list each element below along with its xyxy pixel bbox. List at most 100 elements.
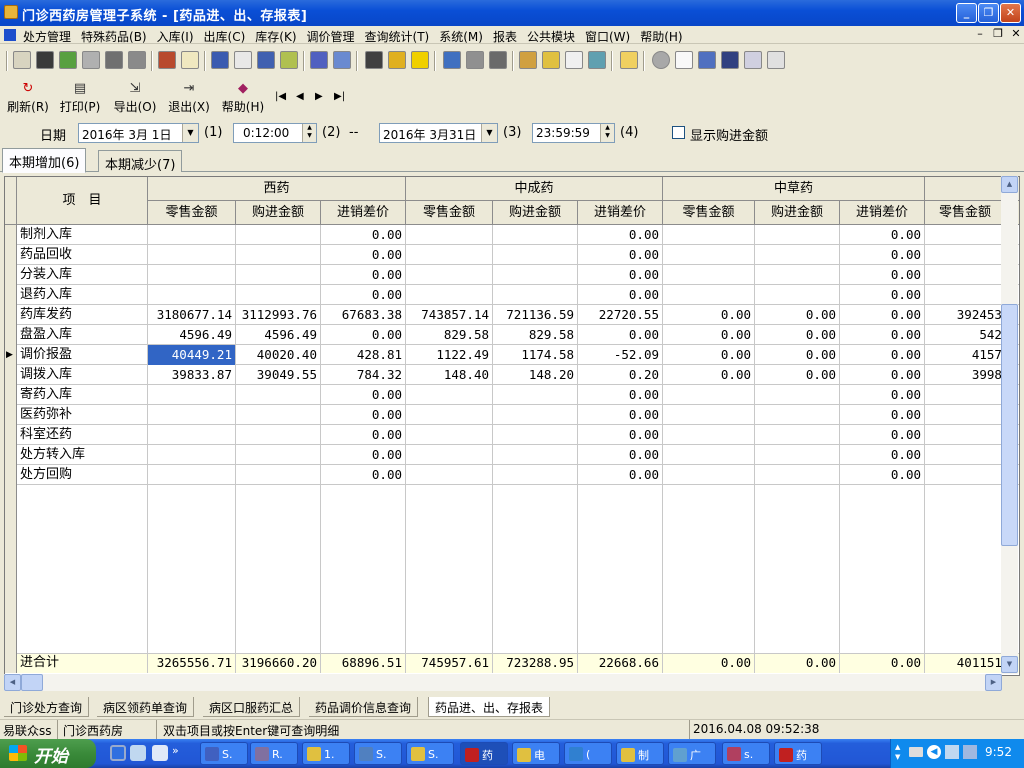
menu-query-stats[interactable]: 查询统计(T)	[360, 26, 435, 43]
table-cell[interactable]: 4596.49	[236, 325, 320, 345]
table-cell[interactable]: 0.00	[840, 245, 924, 265]
magnifier-icon[interactable]	[565, 51, 583, 69]
table-cell[interactable]	[493, 225, 577, 245]
scroll-up-icon[interactable]: ▲	[1001, 176, 1018, 193]
table-cell[interactable]: 39833.87	[148, 365, 235, 385]
table-cell[interactable]	[148, 265, 235, 285]
row-item-name[interactable]: 分装入库	[20, 265, 147, 285]
taskbar-task[interactable]: R.	[250, 742, 298, 765]
menu-system[interactable]: 系统(M)	[434, 26, 488, 43]
check-icon[interactable]	[59, 51, 77, 69]
mdi-restore-button[interactable]: ❐	[990, 27, 1006, 40]
menu-price-adjust[interactable]: 调价管理	[302, 26, 360, 43]
refresh-button[interactable]: ↻ 刷新(R)	[6, 80, 50, 115]
start-date-picker[interactable]: 2016年 3月 1日 ▼	[78, 123, 199, 143]
table-cell[interactable]: 784.32	[321, 365, 405, 385]
col-header-patent-drug-0[interactable]: 零售金额	[406, 201, 493, 225]
tools-icon[interactable]	[466, 51, 484, 69]
menu-window[interactable]: 窗口(W)	[580, 26, 635, 43]
table-cell[interactable]	[406, 445, 492, 465]
row-item-name[interactable]: 退药入库	[20, 285, 147, 305]
table-cell[interactable]: 0.00	[840, 325, 924, 345]
table-cell[interactable]	[148, 245, 235, 265]
network-icon[interactable]	[945, 745, 959, 759]
binoculars-icon[interactable]	[105, 51, 123, 69]
scroll-down-icon[interactable]: ▼	[1001, 656, 1018, 673]
taskbar-task[interactable]: (	[564, 742, 612, 765]
row-item-name[interactable]: 医药弥补	[20, 405, 147, 425]
trash-icon[interactable]	[443, 51, 461, 69]
table-cell[interactable]: 39049.55	[236, 365, 320, 385]
end-date-picker[interactable]: 2016年 3月31日 ▼	[379, 123, 498, 143]
end-time-input[interactable]: 23:59:59 ▲ ▼	[532, 123, 615, 143]
taskbar-task[interactable]: 药	[774, 742, 822, 765]
table-cell[interactable]: 0.00	[663, 345, 754, 365]
arrange-icon[interactable]	[744, 51, 762, 69]
table-cell[interactable]: 0.20	[578, 365, 662, 385]
tab-price-adjust-query[interactable]: 药品调价信息查询	[309, 697, 419, 717]
col-header-patent-drug-2[interactable]: 进销差价	[578, 201, 663, 225]
thermometer-icon[interactable]	[542, 51, 560, 69]
table-cell[interactable]	[663, 445, 754, 465]
document-icon[interactable]	[4, 29, 16, 41]
table-cell[interactable]: 0.00	[663, 325, 754, 345]
table-cell[interactable]: 0.00	[321, 285, 405, 305]
table-cell[interactable]: 67683.38	[321, 305, 405, 325]
row-item-name[interactable]: 药品回收	[20, 245, 147, 265]
row-item-name[interactable]: 制剂入库	[20, 225, 147, 245]
table-cell[interactable]: 40449.21	[148, 345, 235, 365]
table-cell[interactable]	[755, 225, 839, 245]
cascade-icon[interactable]	[721, 51, 739, 69]
edit-icon[interactable]	[280, 51, 298, 69]
tray-collapse-icon[interactable]: ◀	[927, 745, 941, 759]
form-icon[interactable]	[211, 51, 229, 69]
tab-outpatient-prescription-query[interactable]: 门诊处方查询	[4, 697, 90, 717]
table-cell[interactable]: 0.00	[663, 305, 754, 325]
pills-icon[interactable]	[128, 51, 146, 69]
taskbar-task[interactable]: 1.	[302, 742, 350, 765]
scroll-thumb[interactable]	[1001, 304, 1018, 546]
col-header-herbal-drug-2[interactable]: 进销差价	[840, 201, 925, 225]
table-cell[interactable]	[236, 225, 320, 245]
row-item-name[interactable]: 寄药入库	[20, 385, 147, 405]
table-cell[interactable]: 0.00	[578, 465, 662, 485]
table-cell[interactable]: 0.00	[578, 425, 662, 445]
table-cell[interactable]	[755, 425, 839, 445]
row-item-name[interactable]: 科室还药	[20, 425, 147, 445]
card-icon[interactable]	[181, 51, 199, 69]
table-cell[interactable]	[493, 405, 577, 425]
time-spinner-icon[interactable]: ▲ ▼	[302, 124, 316, 142]
table-cell[interactable]	[663, 265, 754, 285]
table-cell[interactable]: 0.00	[840, 425, 924, 445]
menu-inventory[interactable]: 库存(K)	[250, 26, 301, 43]
open-folder-icon[interactable]	[620, 51, 638, 69]
show-purchase-checkbox[interactable]	[672, 126, 685, 139]
keyboard-icon[interactable]	[909, 747, 923, 757]
table-cell[interactable]: 0.00	[321, 465, 405, 485]
next-record-icon[interactable]: ▶	[315, 91, 323, 102]
table-cell[interactable]	[236, 385, 320, 405]
scroll-right-icon[interactable]: ▶	[985, 674, 1002, 691]
prev-record-icon[interactable]: ◀	[296, 91, 304, 102]
print-button[interactable]: ▤ 打印(P)	[58, 80, 102, 115]
table-cell[interactable]: 0.00	[321, 405, 405, 425]
table-cell[interactable]: 829.58	[493, 325, 577, 345]
table-cell[interactable]: 0.00	[755, 345, 839, 365]
chevron-down-icon[interactable]: ▼	[182, 124, 198, 142]
table-cell[interactable]: 40020.40	[236, 345, 320, 365]
table-cell[interactable]: 4596.49	[148, 325, 235, 345]
table-cell[interactable]: 0.00	[578, 405, 662, 425]
table-cell[interactable]: 0.00	[840, 305, 924, 325]
table-cell[interactable]	[236, 285, 320, 305]
register-icon[interactable]	[13, 51, 31, 69]
minimize-button[interactable]: _	[956, 3, 977, 23]
table-cell[interactable]	[493, 285, 577, 305]
table-cell[interactable]	[663, 465, 754, 485]
row-item-name[interactable]: 处方回购	[20, 465, 147, 485]
table-cell[interactable]: 3112993.76	[236, 305, 320, 325]
col-header-western-drug-2[interactable]: 进销差价	[321, 201, 406, 225]
taskbar-task[interactable]: 电	[512, 742, 560, 765]
table-cell[interactable]: 0.00	[578, 445, 662, 465]
col-header-western-drug-1[interactable]: 购进金额	[236, 201, 321, 225]
table-cell[interactable]: 0.00	[840, 365, 924, 385]
